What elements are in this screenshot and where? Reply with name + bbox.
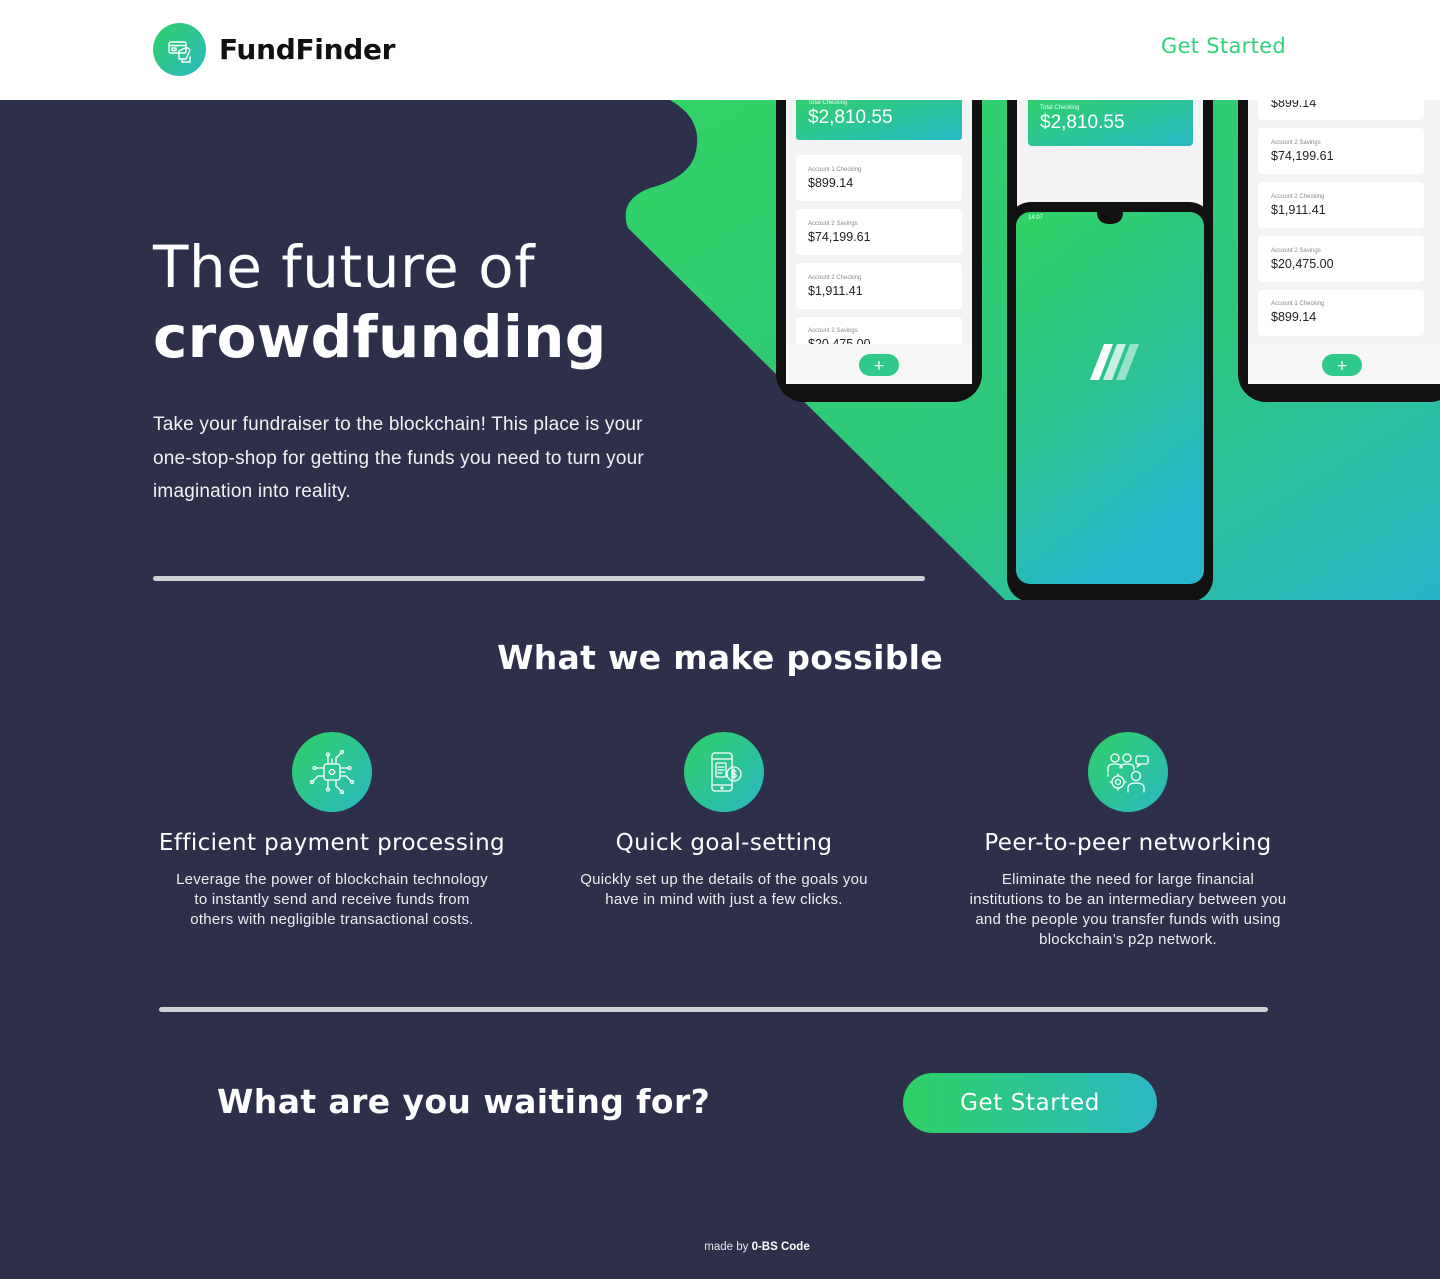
footer-prefix: made by [704, 1241, 749, 1253]
feature-p2p-networking: Peer-to-peer networking Eliminate the ne… [948, 732, 1308, 950]
footer-author-link[interactable]: 0-BS Code [752, 1241, 810, 1253]
feature-description: Leverage the power of blockchain technol… [176, 871, 488, 928]
hero-title: The future of crowdfunding [153, 233, 607, 373]
circuit-chip-icon [292, 732, 372, 812]
section-divider [153, 576, 925, 581]
feature-title: Peer-to-peer networking [984, 830, 1272, 856]
left-account-4-label: Account 2 Savings [808, 328, 858, 334]
right-account-2-label: Account 2 Checking [1271, 194, 1325, 200]
left-account-4-value: $20,475.00 [808, 337, 871, 344]
features-title: What we make possible [497, 638, 943, 677]
phone-left: + [776, 100, 982, 402]
feature-title: Efficient payment processing [158, 830, 506, 856]
feature-goal-setting: Quick goal-setting Quickly set up the de… [544, 732, 904, 910]
center-total-label: Total Checking [1040, 105, 1080, 111]
right-account-4-value: $899.14 [1271, 310, 1317, 324]
left-account-3-value: $1,911.41 [808, 284, 863, 298]
phone-right: + [1238, 100, 1440, 402]
peer-network-icon [1088, 732, 1168, 812]
left-account-2-label: Account 2 Savings [808, 221, 858, 227]
left-account-1-label: Account 1 Checking [808, 167, 862, 173]
svg-text:+: + [1336, 358, 1348, 374]
left-total-label: Total Checking [808, 100, 848, 106]
right-account-1-value: $74,199.61 [1271, 149, 1334, 163]
get-started-button[interactable]: Get Started [903, 1073, 1157, 1133]
feature-title: Quick goal-setting [615, 830, 833, 856]
brand-name: FundFinder [219, 33, 396, 66]
top-navbar: FundFinder Get Started [0, 0, 1440, 100]
brand[interactable]: FundFinder [153, 23, 395, 76]
right-account-3-label: Account 2 Savings [1271, 248, 1321, 254]
phone-center-main [1007, 202, 1213, 600]
hero-phones-image: + + Total Checking $2,810.55 Account 1 C… [600, 100, 1440, 600]
left-account-3-label: Account 2 Checking [808, 275, 862, 281]
right-account-3-value: $20,475.00 [1271, 257, 1334, 271]
footer: made by 0-BS Code [0, 1241, 1440, 1253]
hero-title-line1: The future of [153, 233, 536, 301]
right-account-0-value: $899.14 [1271, 100, 1317, 110]
right-account-1-label: Account 2 Savings [1271, 140, 1321, 146]
center-total-value: $2,810.55 [1040, 112, 1125, 133]
center-phone-time: 14:07 [1028, 215, 1044, 221]
hero-description: Take your fundraiser to the blockchain! … [153, 414, 644, 502]
svg-text:+: + [873, 358, 885, 374]
section-divider [159, 1007, 1268, 1012]
left-total-value: $2,810.55 [808, 107, 893, 128]
right-account-2-value: $1,911.41 [1271, 203, 1326, 217]
feature-description: Eliminate the need for large financial i… [969, 871, 1287, 948]
feature-description: Quickly set up the details of the goals … [580, 871, 868, 908]
mobile-payment-icon [684, 732, 764, 812]
cta-question: What are you waiting for? [217, 1082, 711, 1121]
hero-title-line2: crowdfunding [153, 303, 607, 371]
feature-payment-processing: Efficient payment processing Leverage th… [152, 732, 512, 930]
left-account-2-value: $74,199.61 [808, 230, 871, 244]
money-card-logo-icon [153, 23, 206, 76]
left-account-1-value: $899.14 [808, 176, 854, 190]
right-account-4-label: Account 1 Checking [1271, 301, 1325, 307]
nav-get-started-link[interactable]: Get Started [1161, 34, 1286, 58]
